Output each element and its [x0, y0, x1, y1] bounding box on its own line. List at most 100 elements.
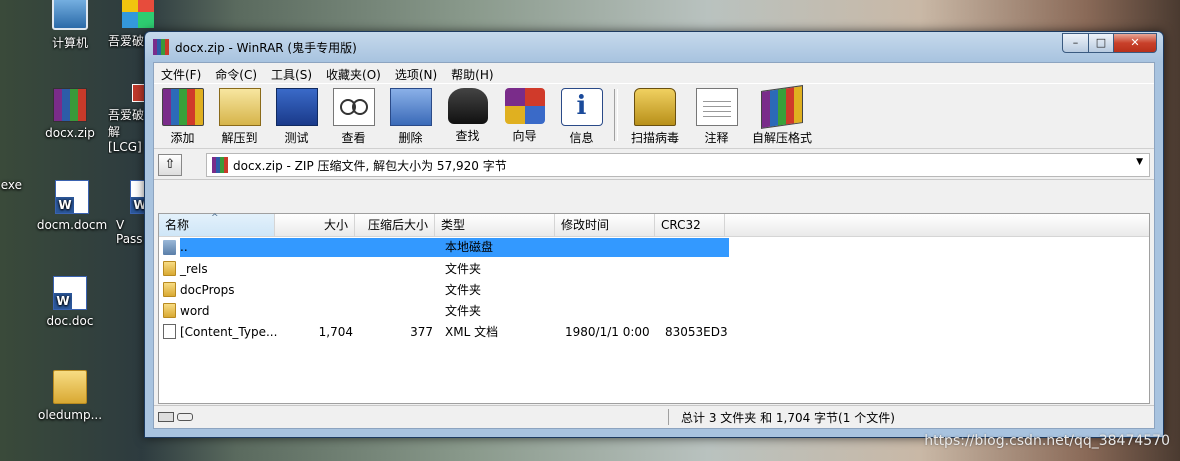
comment-button[interactable]: 注释 [688, 86, 745, 146]
wizard-button[interactable]: 向导 [496, 86, 553, 144]
desktop-icon-docx-zip[interactable]: docx.zip [30, 88, 110, 140]
desktop-icon-label: oledump... [37, 408, 103, 422]
menu-file[interactable]: 文件(F) [154, 63, 208, 83]
column-header-label: 名称 [165, 218, 190, 232]
row-name-cell: docProps [159, 282, 279, 297]
table-row[interactable]: .. 本地磁盘 [159, 237, 1149, 258]
status-left [154, 409, 669, 425]
row-crc: 83053ED3 [665, 324, 728, 339]
menu-commands[interactable]: 命令(C) [208, 63, 264, 83]
folder-icon [163, 303, 176, 318]
title-bar[interactable]: docx.zip - WinRAR (鬼手专用版) – □ ✕ [145, 32, 1163, 60]
info-button[interactable]: 信息 [553, 86, 610, 146]
desktop-icon-v-pass[interactable]: V Pass [116, 180, 146, 246]
row-type: 文件夹 [445, 283, 482, 297]
column-header-name[interactable]: ^ 名称 [159, 213, 275, 236]
address-field[interactable]: docx.zip - ZIP 压缩文件, 解包大小为 57,920 字节 ▼ [206, 153, 1150, 177]
table-row[interactable]: docProps 文件夹 [159, 279, 1149, 300]
computer-icon [52, 0, 88, 30]
add-button[interactable]: 添加 [154, 86, 211, 146]
find-button[interactable]: 查找 [439, 86, 496, 144]
comment-icon [695, 88, 738, 126]
window-client-area: 文件(F) 命令(C) 工具(S) 收藏夹(O) 选项(N) 帮助(H) 添加 … [153, 62, 1155, 429]
row-packed: 377 [410, 324, 433, 339]
folder-icon [163, 282, 176, 297]
winrar-archive-icon [53, 88, 87, 122]
desktop-icon-oledump[interactable]: oledump... [30, 370, 110, 422]
chevron-down-icon[interactable]: ▼ [1136, 157, 1143, 167]
row-modified: 1980/1/1 0:00 [565, 324, 650, 339]
column-header-size[interactable]: 大小 [275, 214, 355, 236]
tool-label: 查看 [341, 131, 366, 145]
column-header-type[interactable]: 类型 [435, 214, 555, 236]
up-one-level-button[interactable]: ⇧ [158, 154, 182, 176]
row-name-cell: word [159, 303, 279, 318]
row-name-cell: .. [159, 238, 279, 257]
menu-options[interactable]: 选项(N) [388, 63, 444, 83]
table-row[interactable]: [Content_Type... 1,704 377 XML 文档 1980/1… [159, 321, 1149, 342]
address-bar: ⇧ docx.zip - ZIP 压缩文件, 解包大小为 57,920 字节 ▼ [154, 149, 1154, 180]
column-header-crc[interactable]: CRC32 [655, 214, 725, 236]
xml-file-icon [163, 324, 176, 339]
close-button[interactable]: ✕ [1114, 33, 1157, 53]
row-name-text: .. [180, 240, 188, 254]
folder-icon [53, 370, 87, 404]
delete-button[interactable]: 删除 [382, 86, 439, 146]
folder-icon [163, 261, 176, 276]
sort-ascending-icon: ^ [211, 213, 219, 223]
virus-scan-icon [634, 88, 676, 126]
winrar-archive-icon [212, 157, 228, 173]
desktop-icon-label: docx.zip [45, 126, 95, 140]
add-archive-icon [161, 88, 204, 126]
key-icon[interactable] [177, 413, 193, 421]
tool-label: 信息 [569, 131, 594, 145]
row-name-text: [Content_Type... [180, 324, 278, 339]
info-icon [560, 88, 603, 126]
toolkit-icon [122, 0, 154, 28]
menu-bar: 文件(F) 命令(C) 工具(S) 收藏夹(O) 选项(N) 帮助(H) [154, 63, 1154, 84]
drive-icon[interactable] [158, 412, 174, 422]
row-packed [359, 238, 439, 257]
row-modified [559, 238, 659, 257]
table-row[interactable]: word 文件夹 [159, 300, 1149, 321]
tool-label: 自解压格式 [751, 131, 812, 145]
desktop-icon-computer[interactable]: 计算机 [30, 0, 110, 51]
desktop-icon-exe[interactable]: exe [0, 178, 22, 192]
desktop-icon-crack-tool[interactable]: 吾爱破解[LCG] [108, 84, 148, 154]
column-header-modified[interactable]: 修改时间 [555, 214, 655, 236]
window-title: docx.zip - WinRAR (鬼手专用版) [175, 41, 357, 55]
desktop-icon-label: docm.docm [36, 218, 108, 232]
maximize-button[interactable]: □ [1089, 33, 1114, 53]
find-icon [447, 88, 488, 124]
test-button[interactable]: 测试 [268, 86, 325, 146]
file-list[interactable]: ^ 名称 大小 压缩后大小 类型 修改时间 CRC32 .. 本地磁盘 _rel… [158, 213, 1150, 404]
extract-to-button[interactable]: 解压到 [211, 86, 268, 146]
view-button[interactable]: 查看 [325, 86, 382, 146]
desktop-icon-docm[interactable]: docm.docm [26, 180, 118, 232]
menu-help[interactable]: 帮助(H) [444, 63, 500, 83]
virus-scan-button[interactable]: 扫描病毒 [622, 86, 688, 146]
menu-tools[interactable]: 工具(S) [264, 63, 319, 83]
delete-icon [389, 88, 432, 126]
desktop-icon-doc[interactable]: doc.doc [30, 276, 110, 328]
status-bar: 总计 3 文件夹 和 1,704 字节(1 个文件) [154, 405, 1154, 428]
row-type: 文件夹 [445, 304, 482, 318]
word-doc-icon [53, 276, 87, 310]
caption-buttons: – □ ✕ [1062, 33, 1157, 53]
view-icon [332, 88, 375, 126]
desktop-icon-label: exe [0, 178, 22, 192]
desktop-icon-label: doc.doc [46, 314, 94, 328]
minimize-button[interactable]: – [1062, 33, 1089, 53]
row-name-text: word [180, 303, 210, 318]
menu-favorites[interactable]: 收藏夹(O) [319, 63, 388, 83]
row-name-text: docProps [180, 282, 235, 297]
row-name-cell: [Content_Type... [159, 324, 279, 339]
column-header-packed[interactable]: 压缩后大小 [355, 214, 435, 236]
test-icon [275, 88, 318, 126]
sfx-button[interactable]: 自解压格式 [745, 85, 819, 146]
row-type: 文件夹 [445, 262, 482, 276]
table-row[interactable]: _rels 文件夹 [159, 258, 1149, 279]
tool-label: 添加 [170, 131, 195, 145]
winrar-app-icon[interactable] [153, 39, 169, 55]
tool-label: 注释 [704, 131, 729, 145]
